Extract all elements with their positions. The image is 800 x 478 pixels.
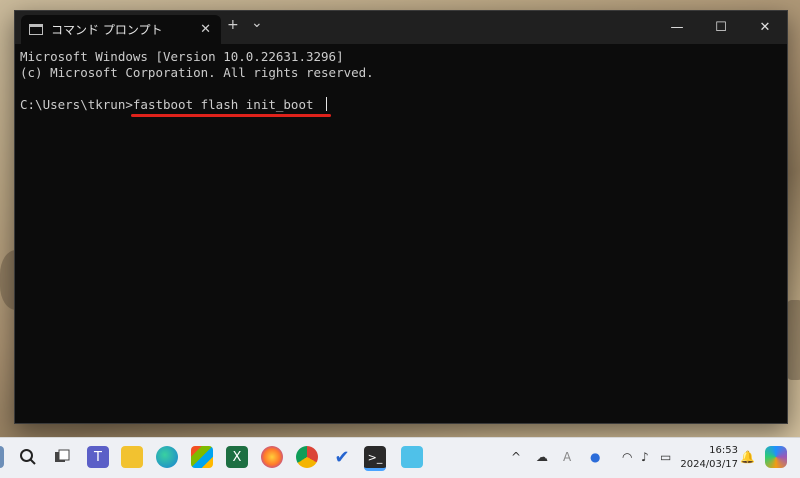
tab-dropdown-button[interactable]: ⌄	[251, 15, 263, 31]
terminal-line-copyright: (c) Microsoft Corporation. All rights re…	[20, 65, 374, 80]
clock[interactable]: 16:53 2024/03/17	[680, 444, 738, 472]
terminal-tab-icon	[29, 24, 43, 35]
tab-command-prompt[interactable]: コマンド プロンプト ✕	[21, 15, 221, 44]
ime-indicator[interactable]: A	[563, 450, 571, 464]
tab-title: コマンド プロンプト	[51, 23, 163, 37]
prompt-path: C:\Users\tkrun>	[20, 97, 133, 112]
file-explorer-icon[interactable]	[121, 446, 143, 468]
notification-bell-icon[interactable]: 🔔	[740, 450, 755, 464]
minimize-button[interactable]: —	[655, 11, 699, 44]
tab-close-button[interactable]: ✕	[200, 22, 211, 37]
terminal-line-version: Microsoft Windows [Version 10.0.22631.32…	[20, 49, 344, 64]
taskbar: T X ✔ >_ ^ ☁ A ● ◠ ♪ ▭ 16:53 2024/03/17 …	[0, 437, 800, 478]
terminal-icon[interactable]: >_	[364, 446, 386, 471]
chrome-icon[interactable]	[296, 446, 318, 468]
onedrive-icon[interactable]: ●	[590, 450, 600, 464]
new-tab-button[interactable]: +	[227, 17, 239, 33]
typed-command: fastboot flash init_boot	[132, 97, 322, 112]
red-underline-annotation	[131, 114, 331, 117]
title-bar[interactable]: コマンド プロンプト ✕ + ⌄ — ☐ ✕	[15, 11, 787, 44]
windows-start-icon[interactable]	[0, 446, 4, 468]
clock-time: 16:53	[709, 445, 738, 456]
cloud-sync-icon[interactable]: ☁	[536, 450, 548, 464]
volume-icon[interactable]: ♪	[641, 450, 649, 464]
notepad-icon[interactable]	[401, 446, 423, 468]
terminal-output[interactable]: Microsoft Windows [Version 10.0.22631.32…	[20, 49, 777, 413]
edge-icon[interactable]	[156, 446, 178, 468]
close-button[interactable]: ✕	[743, 11, 787, 44]
teams-icon[interactable]: T	[87, 446, 109, 468]
text-cursor	[326, 97, 328, 111]
battery-icon[interactable]: ▭	[660, 450, 671, 464]
firefox-icon[interactable]	[261, 446, 283, 468]
command-line: C:\Users\tkrun>fastboot flash init_boot	[20, 97, 331, 117]
maximize-button[interactable]: ☐	[699, 11, 743, 44]
todo-icon[interactable]: ✔	[331, 446, 353, 468]
wifi-icon[interactable]: ◠	[622, 450, 632, 464]
search-icon[interactable]	[17, 446, 39, 468]
copilot-icon[interactable]	[765, 446, 787, 468]
task-view-icon[interactable]	[51, 446, 73, 468]
command-prompt-window: コマンド プロンプト ✕ + ⌄ — ☐ ✕ Microsoft Windows…	[14, 10, 788, 424]
excel-icon[interactable]: X	[226, 446, 248, 468]
tray-chevron-icon[interactable]: ^	[511, 450, 521, 464]
clock-date: 2024/03/17	[680, 459, 738, 470]
store-icon[interactable]	[191, 446, 213, 468]
